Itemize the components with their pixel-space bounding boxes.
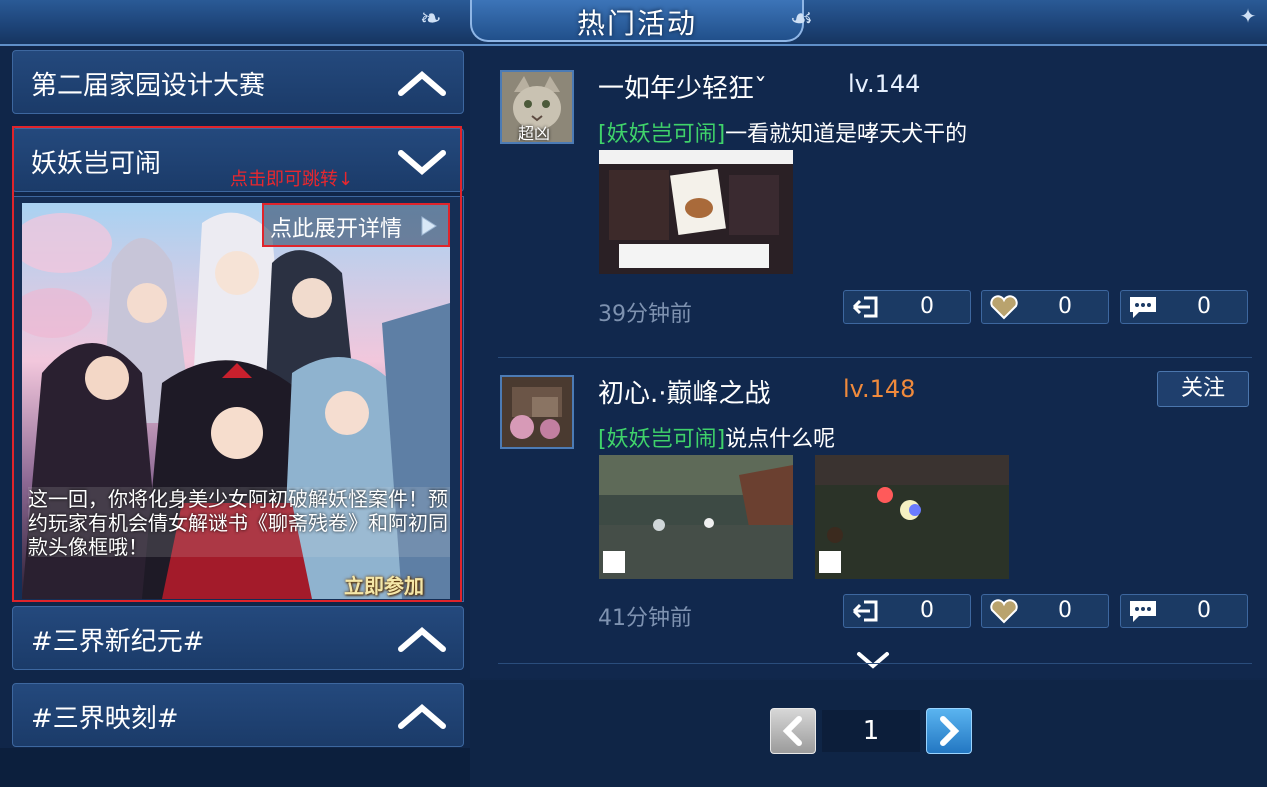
- detail-highlight-frame: [262, 203, 450, 247]
- prev-page-button[interactable]: [770, 708, 816, 754]
- avatar[interactable]: 超凶: [500, 70, 574, 144]
- event-description: 这一回，你将化身美少女阿初破解妖怪案件！预约玩家有机会倩女解谜书《聊斋残卷》和阿…: [28, 487, 450, 559]
- like-button[interactable]: 0: [981, 594, 1109, 628]
- chevron-up-icon: [398, 627, 446, 652]
- window-title: 热门活动: [576, 7, 697, 40]
- next-page-button[interactable]: [926, 708, 972, 754]
- post-text: [妖妖岂可闹]一看就知道是哮天犬干的: [598, 116, 967, 148]
- join-now-button[interactable]: 立即参加: [344, 570, 424, 599]
- corner-ornament-icon: ✦: [1239, 4, 1257, 28]
- share-icon: [852, 296, 878, 318]
- like-button[interactable]: 0: [981, 290, 1109, 324]
- event-tag[interactable]: [妖妖岂可闹]: [598, 122, 725, 147]
- screenshot-thumbnail: [599, 455, 793, 579]
- share-button[interactable]: 0: [843, 290, 971, 324]
- post-body: 说点什么呢: [725, 427, 836, 452]
- event-item-new-era[interactable]: #三界新纪元#: [12, 606, 464, 670]
- post-body: 一看就知道是哮天犬干的: [725, 122, 968, 147]
- comment-count: 0: [1197, 598, 1211, 623]
- scene-avatar-image: [502, 377, 572, 447]
- jump-hint: 点击即可跳转↓: [230, 169, 354, 190]
- user-level: lv.144: [848, 70, 921, 98]
- username[interactable]: 初心.·巅峰之战: [598, 373, 771, 410]
- avatar-caption: 超凶: [518, 124, 551, 143]
- heart-icon: [990, 295, 1018, 320]
- event-label: #三界新纪元#: [31, 627, 205, 657]
- share-count: 0: [920, 294, 934, 319]
- post-time: 41分钟前: [598, 606, 692, 631]
- heart-icon: [990, 599, 1018, 624]
- comment-count: 0: [1197, 294, 1211, 319]
- comment-icon: [1130, 601, 1156, 622]
- post-image[interactable]: [815, 455, 1009, 579]
- like-count: 0: [1058, 294, 1072, 319]
- chevron-right-icon: [940, 716, 960, 746]
- post-image[interactable]: [599, 455, 793, 579]
- post-time: 39分钟前: [598, 302, 692, 327]
- event-label: 第二届家园设计大赛: [31, 71, 266, 101]
- chevron-up-icon: [398, 71, 446, 96]
- scroll-down-chevron-icon[interactable]: [856, 650, 890, 672]
- screenshot-thumbnail: [599, 150, 793, 274]
- share-icon: [852, 600, 878, 622]
- comment-button[interactable]: 0: [1120, 290, 1248, 324]
- screenshot-thumbnail: [815, 455, 1009, 579]
- post-divider: [498, 357, 1252, 358]
- avatar[interactable]: [500, 375, 574, 449]
- event-item-imprint[interactable]: #三界映刻#: [12, 683, 464, 747]
- share-button[interactable]: 0: [843, 594, 971, 628]
- post-divider: [498, 663, 1252, 664]
- event-tag[interactable]: [妖妖岂可闹]: [598, 427, 725, 452]
- username[interactable]: 一如年少轻狂ˇ: [598, 68, 767, 105]
- chevron-left-icon: [782, 716, 802, 746]
- follow-button[interactable]: 关注: [1157, 371, 1249, 407]
- post-text: [妖妖岂可闹]说点什么呢: [598, 421, 835, 453]
- comment-icon: [1130, 297, 1156, 318]
- event-item-home-design[interactable]: 第二届家园设计大赛: [12, 50, 464, 114]
- event-label: #三界映刻#: [31, 704, 179, 734]
- user-level: lv.148: [843, 375, 916, 403]
- like-count: 0: [1058, 598, 1072, 623]
- comment-button[interactable]: 0: [1120, 594, 1248, 628]
- post-image[interactable]: [599, 150, 793, 274]
- page-number: 1: [822, 710, 920, 752]
- share-count: 0: [920, 598, 934, 623]
- panel-footer: [0, 748, 470, 787]
- chevron-up-icon: [398, 704, 446, 729]
